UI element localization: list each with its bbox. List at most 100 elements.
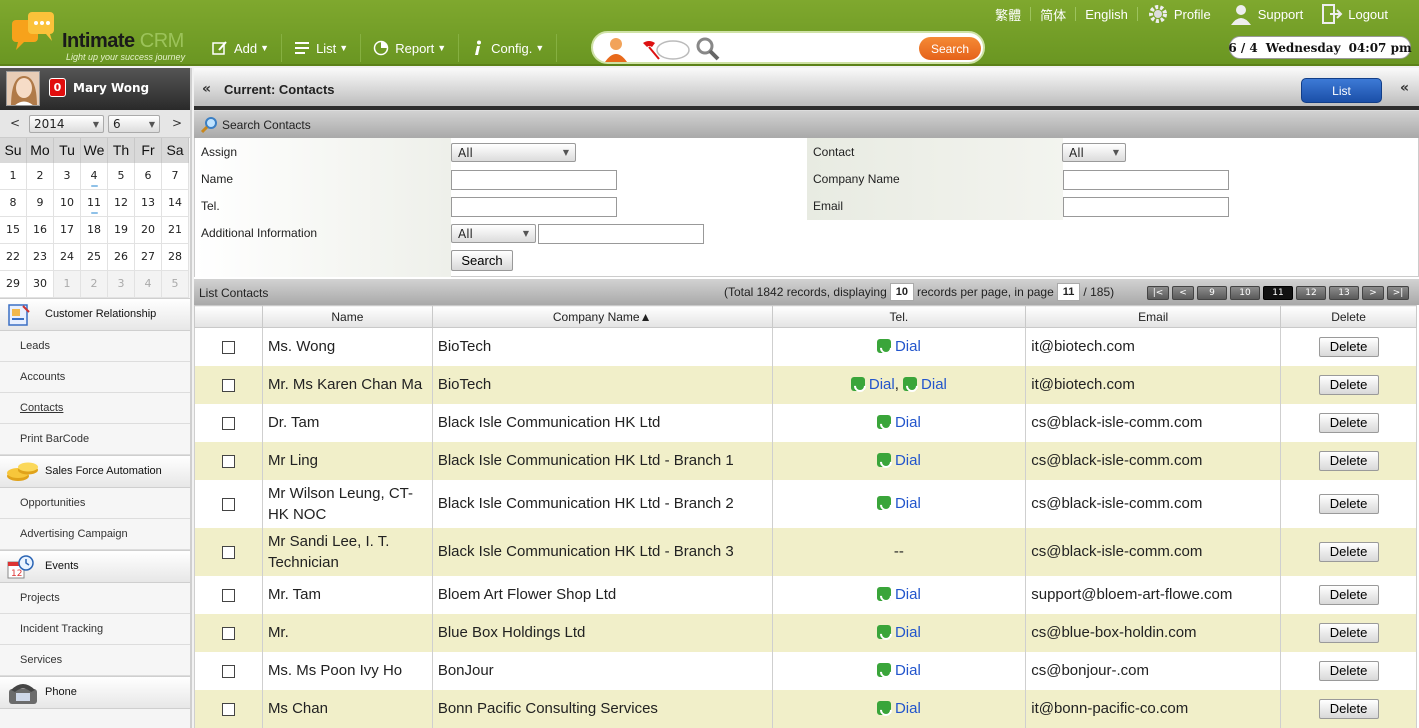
sidebar-item-opportunities[interactable]: Opportunities [0, 488, 190, 519]
lang-simplified-chinese[interactable]: 简体 [1031, 5, 1075, 24]
pager-page-button[interactable]: 13 [1329, 286, 1359, 300]
calendar-day[interactable]: 21 [162, 217, 189, 244]
dial-link[interactable]: Dial [895, 586, 921, 603]
dial-link[interactable]: Dial [895, 338, 921, 355]
dial-link[interactable]: Dial [895, 662, 921, 679]
delete-button[interactable]: Delete [1318, 541, 1379, 562]
contact-name[interactable]: Mr Ling [261, 441, 433, 480]
assign-select[interactable]: All ▼ [451, 143, 576, 162]
delete-button[interactable]: Delete [1318, 493, 1379, 514]
sidebar-item-print-barcode[interactable]: Print BarCode [0, 424, 190, 455]
calendar-day[interactable]: 24 [54, 244, 81, 271]
calendar-day[interactable]: 28 [162, 244, 189, 271]
row-checkbox[interactable] [221, 588, 235, 602]
sidebar-section-phone[interactable]: Phone [0, 676, 190, 709]
notification-badge[interactable]: 0 [49, 78, 66, 97]
profile-link[interactable]: Profile [1138, 3, 1220, 25]
calendar-day[interactable]: 19 [108, 217, 135, 244]
sidebar-item-services[interactable]: Services [0, 645, 190, 676]
contact-name[interactable]: Ms. Ms Poon Ivy Ho [261, 651, 433, 690]
calendar-day[interactable]: 2 [27, 163, 54, 190]
calendar-day[interactable]: 20 [135, 217, 162, 244]
contact-name[interactable]: Mr Sandi Lee, I. T. Technician [261, 527, 433, 576]
contact-name[interactable]: Ms. Wong [261, 327, 433, 366]
support-link[interactable]: Support [1220, 3, 1313, 25]
delete-button[interactable]: Delete [1318, 660, 1379, 681]
calendar-day[interactable]: 3 [54, 163, 81, 190]
pager-nav-button[interactable]: |< [1147, 286, 1169, 300]
contact-name[interactable]: Mr. Tam [261, 575, 433, 614]
pager-nav-button[interactable]: > [1362, 286, 1384, 300]
calendar-day[interactable]: 23 [27, 244, 54, 271]
phone-cloud-icon[interactable] [639, 37, 693, 61]
dial-link[interactable]: Dial [895, 624, 921, 641]
list-button[interactable]: List [1301, 78, 1382, 103]
contact-name[interactable]: Dr. Tam [261, 403, 433, 442]
row-checkbox[interactable] [221, 454, 235, 468]
calendar-month-select[interactable]: 6 ▼ [108, 115, 160, 133]
calendar-day[interactable]: 26 [108, 244, 135, 271]
quick-search-button[interactable]: Search [919, 37, 981, 60]
per-page-input[interactable]: 10 [889, 283, 915, 301]
dial-link[interactable]: Dial [921, 376, 947, 393]
calendar-day[interactable]: 18 [81, 217, 108, 244]
calendar-day[interactable]: 9 [27, 190, 54, 217]
page-input[interactable]: 11 [1056, 283, 1081, 301]
tel-input[interactable] [451, 197, 617, 217]
collapse-right-icon[interactable]: « [1400, 80, 1409, 96]
row-checkbox[interactable] [221, 545, 235, 559]
lang-traditional-chinese[interactable]: 繁體 [986, 5, 1030, 24]
delete-button[interactable]: Delete [1318, 412, 1379, 433]
additional-info-input[interactable] [538, 224, 704, 244]
person-icon[interactable] [603, 36, 629, 62]
calendar-day[interactable]: 17 [54, 217, 81, 244]
calendar-day[interactable]: 5 [162, 271, 189, 298]
dial-link[interactable]: Dial [895, 414, 921, 431]
calendar-next-button[interactable]: > [172, 116, 182, 130]
calendar-day[interactable]: 8 [0, 190, 27, 217]
calendar-day[interactable]: 3 [108, 271, 135, 298]
row-checkbox[interactable] [221, 340, 235, 354]
sidebar-section-events[interactable]: 12 Events [0, 550, 190, 583]
company-name-input[interactable] [1063, 170, 1229, 190]
calendar-day[interactable]: 12 [108, 190, 135, 217]
sidebar-section-sales-force-automation[interactable]: Sales Force Automation [0, 455, 190, 488]
pager-page-button[interactable]: 12 [1296, 286, 1326, 300]
contact-select[interactable]: All ▼ [1062, 143, 1126, 162]
app-logo[interactable]: Intimate CRM Light up your success journ… [8, 8, 190, 62]
contact-name[interactable]: Mr Wilson Leung, CT-HK NOC [261, 479, 433, 528]
calendar-day[interactable]: 4 [81, 163, 108, 190]
calendar-day[interactable]: 5 [108, 163, 135, 190]
calendar-day[interactable]: 10 [54, 190, 81, 217]
dial-link[interactable]: Dial [869, 376, 895, 393]
calendar-day[interactable]: 16 [27, 217, 54, 244]
calendar-day[interactable]: 14 [162, 190, 189, 217]
calendar-day[interactable]: 15 [0, 217, 27, 244]
calendar-day[interactable]: 1 [0, 163, 27, 190]
collapse-left-icon[interactable]: « [202, 81, 211, 97]
email-input[interactable] [1063, 197, 1229, 217]
contact-name[interactable]: Mr. [261, 613, 433, 652]
sidebar-section-customer-relationship[interactable]: Customer Relationship [0, 298, 190, 331]
pager-page-button[interactable]: 9 [1197, 286, 1227, 300]
row-checkbox[interactable] [221, 702, 235, 716]
calendar-day[interactable]: 4 [135, 271, 162, 298]
calendar-day[interactable]: 27 [135, 244, 162, 271]
sidebar-item-incident-tracking[interactable]: Incident Tracking [0, 614, 190, 645]
calendar-day[interactable]: 30 [27, 271, 54, 298]
calendar-day[interactable]: 22 [0, 244, 27, 271]
delete-button[interactable]: Delete [1318, 336, 1379, 357]
delete-button[interactable]: Delete [1318, 374, 1379, 395]
calendar-day[interactable]: 29 [0, 271, 27, 298]
calendar-day[interactable]: 7 [162, 163, 189, 190]
column-header[interactable]: Company Name▲ [431, 305, 773, 328]
additional-info-select[interactable]: All ▼ [451, 224, 536, 243]
pager-page-button[interactable]: 10 [1230, 286, 1260, 300]
lang-english[interactable]: English [1076, 7, 1137, 22]
menu-add[interactable]: Add ▼ [200, 34, 283, 62]
delete-button[interactable]: Delete [1318, 622, 1379, 643]
row-checkbox[interactable] [221, 664, 235, 678]
menu-config[interactable]: Config. ▼ [459, 34, 558, 62]
search-button[interactable]: Search [451, 250, 513, 271]
pager-nav-button[interactable]: >| [1387, 286, 1409, 300]
